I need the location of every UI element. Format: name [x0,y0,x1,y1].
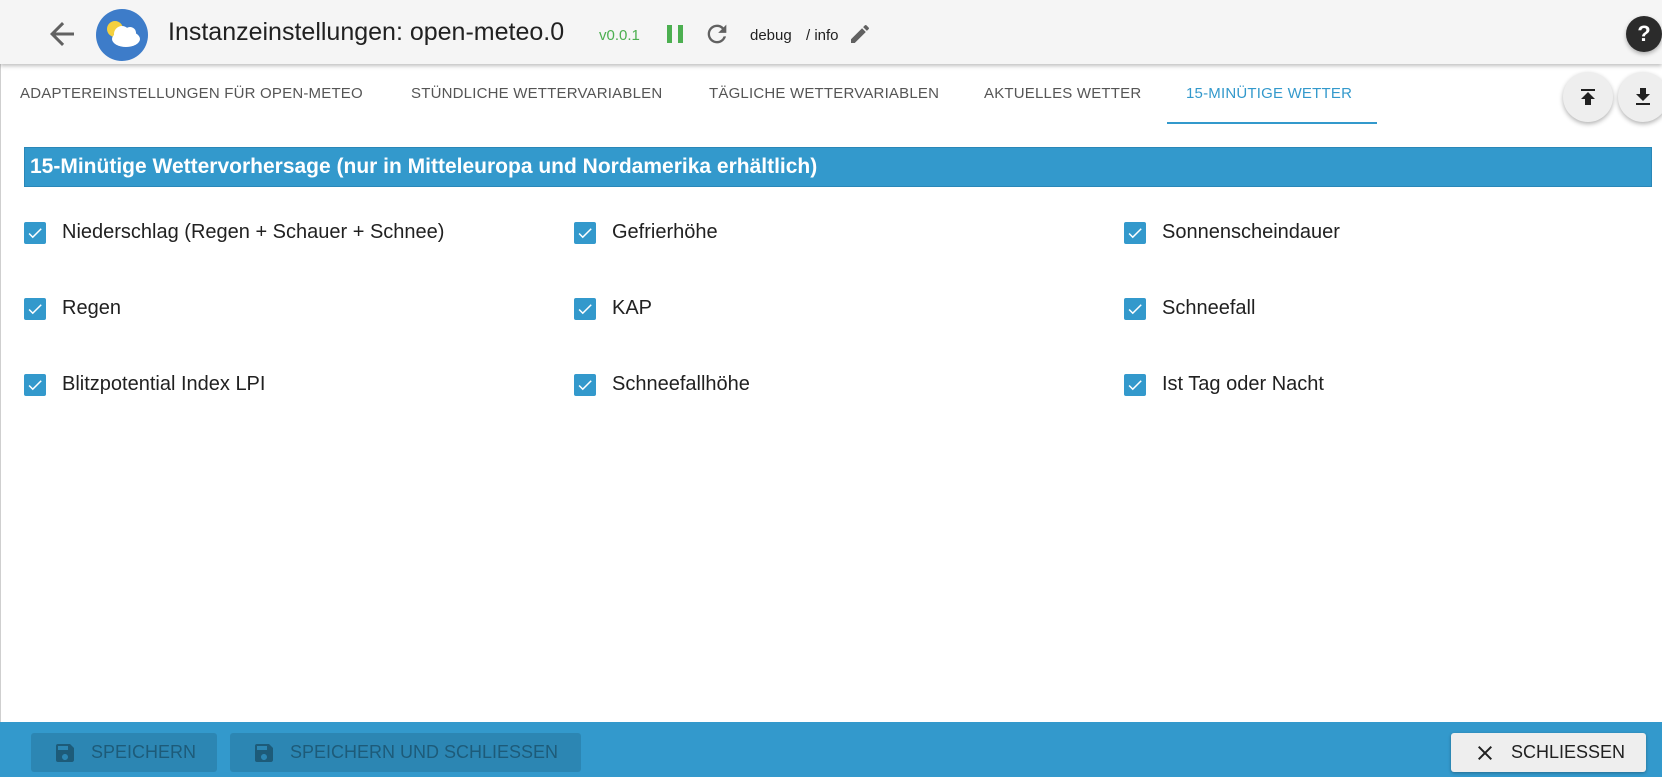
option-label: Niederschlag (Regen + Schauer + Schnee) [62,221,445,243]
option-label: Regen [62,297,121,319]
close-label: Schliessen [1511,742,1626,762]
checkbox-checked-icon[interactable] [574,373,596,396]
save-icon [255,743,273,762]
close-icon [1478,745,1492,760]
checkbox-checked-icon[interactable] [1124,221,1146,244]
save-and-close-button[interactable]: Speichern und schließen [230,733,581,772]
checkbox-checked-icon[interactable] [574,297,596,320]
reload-icon[interactable] [703,20,731,48]
page-title: Instanzeinstellungen: open-meteo.0 [168,18,565,46]
download-config-button[interactable] [1618,72,1662,122]
upload-config-button[interactable] [1563,72,1613,122]
tab-15min-weather[interactable]: 15-Minütige Wetter [1186,64,1352,124]
tab-daily-variables[interactable]: Tägliche Wettervariablen [709,64,939,124]
option-blitzpotential[interactable]: Blitzpotential Index LPI [24,373,265,396]
version-badge: v0.0.1 [599,27,640,44]
footer-toolbar: Speichern Speichern und schließen Schlie… [0,722,1662,777]
tab-adapter-settings[interactable]: Adaptereinstellungen für open-meteo [20,64,363,124]
option-label: Blitzpotential Index LPI [62,373,266,395]
close-button[interactable]: Schliessen [1451,733,1646,772]
option-sonnenscheindauer[interactable]: Sonnenscheindauer [1124,221,1340,244]
save-label: Speichern [91,742,197,762]
option-niederschlag[interactable]: Niederschlag (Regen + Schauer + Schnee) [24,221,444,244]
back-button[interactable] [44,16,80,52]
adapter-logo [95,8,149,62]
option-schneefallhoehe[interactable]: Schneefallhöhe [574,373,750,396]
option-label: Schneefallhöhe [612,373,750,395]
tab-current-weather[interactable]: Aktuelles Wetter [984,64,1141,124]
checkbox-checked-icon[interactable] [24,221,46,244]
section-header: 15-Minütige Wettervorhersage (nur in Mit… [24,147,1652,187]
option-label: Schneefall [1162,297,1256,319]
help-button[interactable]: ? [1626,16,1662,52]
option-label: Sonnenscheindauer [1162,221,1340,243]
checkbox-checked-icon[interactable] [1124,297,1146,320]
upload-icon [1581,89,1595,105]
checkbox-checked-icon[interactable] [574,221,596,244]
option-ist-tag-oder-nacht[interactable]: Ist Tag oder Nacht [1124,373,1324,396]
left-divider [0,64,1,722]
checkbox-checked-icon[interactable] [24,297,46,320]
pause-icon[interactable] [664,23,686,45]
option-kap[interactable]: KAP [574,297,652,320]
app-header: Instanzeinstellungen: open-meteo.0 v0.0.… [0,0,1662,64]
option-label: KAP [612,297,653,319]
option-label: Ist Tag oder Nacht [1162,373,1324,395]
loglevel-info: / info [806,27,839,44]
loglevel-selector[interactable]: debug [750,27,792,44]
option-gefrierhoehe[interactable]: Gefrierhöhe [574,221,718,244]
option-label: Gefrierhöhe [612,221,718,243]
tab-bar: Adaptereinstellungen für open-meteo Stün… [0,64,1560,124]
tab-hourly-variables[interactable]: Stündliche Wettervariablen [411,64,662,124]
save-icon [56,743,74,762]
arrow-left-icon [50,22,74,46]
option-regen[interactable]: Regen [24,297,121,320]
download-icon [1636,88,1650,105]
active-tab-indicator [1167,122,1377,124]
option-schneefall[interactable]: Schneefall [1124,297,1255,320]
edit-pencil-icon[interactable] [848,22,872,46]
save-and-close-label: Speichern und schließen [290,742,559,762]
save-button[interactable]: Speichern [31,733,217,772]
checkbox-checked-icon[interactable] [24,373,46,396]
weather-cloud-icon [96,9,148,61]
checkbox-checked-icon[interactable] [1124,373,1146,396]
